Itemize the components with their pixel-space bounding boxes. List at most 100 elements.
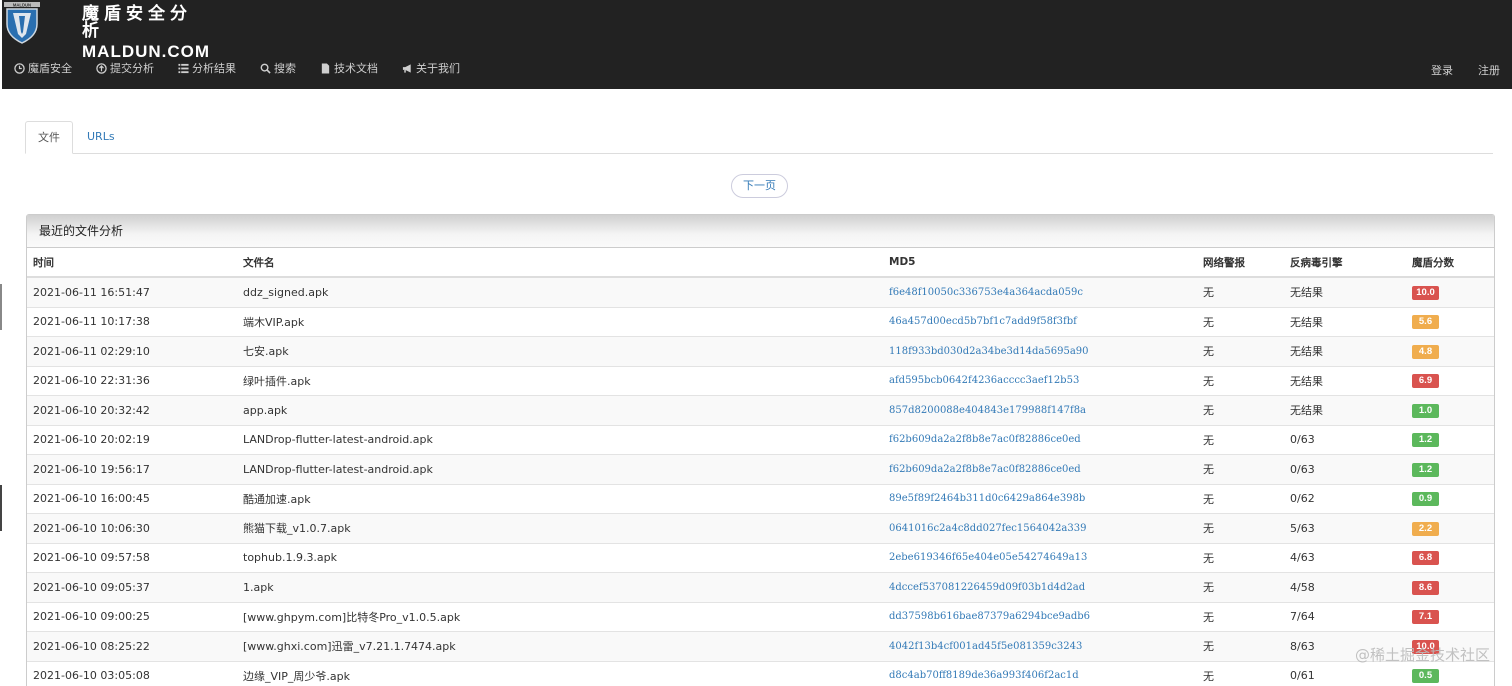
cell-score: 2.2 [1406, 513, 1494, 543]
cell-md5-link[interactable]: 4dccef537081226459d09f03b1d4d2ad [883, 572, 1197, 602]
score-badge: 5.6 [1412, 315, 1439, 330]
cell-av-result: 无结果 [1284, 365, 1406, 396]
table-header-row: 时间 文件名 MD5 网络警报 反病毒引擎 魔盾分数 [27, 248, 1494, 278]
nav-item-home[interactable]: 魔盾安全 [14, 60, 72, 76]
cell-score: 10.0 [1406, 276, 1494, 307]
cell-network-alert: 无 [1197, 572, 1284, 602]
clock-icon [14, 62, 25, 74]
tab-urls[interactable]: URLs [75, 121, 127, 153]
table-row[interactable]: 2021-06-11 16:51:47 ddz_signed.apk f6e48f1… [27, 276, 1494, 307]
table-row[interactable]: 2021-06-10 09:57:58 tophub.1.9.3.apk 2ebe6… [27, 542, 1494, 573]
table-row[interactable]: 2021-06-10 20:32:42 app.apk 857d8200088e40… [27, 395, 1494, 425]
cell-network-alert: 无 [1197, 395, 1284, 425]
register-link[interactable]: 注册 [1478, 62, 1500, 78]
brand-name-cn: 魔盾安全分析 [82, 4, 192, 41]
cell-network-alert: 无 [1197, 542, 1284, 573]
cell-av-result: 无结果 [1284, 395, 1406, 425]
tab-files[interactable]: 文件 [25, 121, 73, 154]
table-row[interactable]: 2021-06-10 20:02:19 LANDrop-flutter-lates… [27, 424, 1494, 455]
cell-md5-link[interactable]: f6e48f10050c336753e4a364acda059c [883, 276, 1197, 307]
nav-item-label: 技术文档 [334, 62, 378, 75]
cell-filename: 七安.apk [237, 336, 883, 366]
nav-item-label: 关于我们 [416, 62, 460, 75]
cell-network-alert: 无 [1197, 513, 1284, 543]
brand-name-en: MALDUN.COM [82, 42, 211, 61]
score-badge: 6.8 [1412, 551, 1439, 566]
score-badge: 4.8 [1412, 344, 1439, 359]
nav-item-label: 魔盾安全 [28, 62, 72, 75]
table-row[interactable]: 2021-06-11 02:29:10 七安.apk 118f933bd030d2a… [27, 336, 1494, 366]
cell-md5-link[interactable]: 46a457d00ecd5b7bf1c7add9f58f3fbf [883, 306, 1197, 337]
cell-network-alert: 无 [1197, 631, 1284, 661]
cell-md5-link[interactable]: 857d8200088e404843e179988f147f8a [883, 395, 1197, 425]
cell-filename: LANDrop-flutter-latest-android.apk [237, 424, 883, 455]
cell-filename: 端木VIP.apk [237, 306, 883, 337]
score-badge: 1.0 [1412, 403, 1439, 418]
cell-filename: [www.ghpym.com]比特冬Pro_v1.0.5.apk [237, 601, 883, 632]
table-row[interactable]: 2021-06-10 08:25:22 [www.ghxi.com]迅雷_v7.2… [27, 631, 1494, 661]
cell-time: 2021-06-10 08:25:22 [27, 631, 237, 661]
login-link[interactable]: 登录 [1431, 62, 1453, 78]
table-row[interactable]: 2021-06-10 19:56:17 LANDrop-flutter-lates… [27, 454, 1494, 484]
table-row[interactable]: 2021-06-10 10:06:30 熊猫下载_v1.0.7.apk 064101… [27, 513, 1494, 543]
cell-time: 2021-06-10 10:06:30 [27, 513, 237, 543]
cell-md5-link[interactable]: 0641016c2a4c8dd027fec1564042a339 [883, 513, 1197, 543]
cell-filename: 1.apk [237, 572, 883, 602]
cell-md5-link[interactable]: dd37598b616bae87379a6294bce9adb6 [883, 601, 1197, 632]
cell-score: 1.2 [1406, 424, 1494, 455]
shield-logo-icon: MALDUN [4, 2, 40, 44]
nav-item-search[interactable]: 搜索 [260, 60, 296, 76]
cell-md5-link[interactable]: 2ebe619346f65e404e05e54274649a13 [883, 542, 1197, 573]
cell-md5-link[interactable]: 89e5f89f2464b311d0c6429a864e398b [883, 483, 1197, 514]
cell-network-alert: 无 [1197, 306, 1284, 337]
cell-filename: 绿叶插件.apk [237, 365, 883, 396]
main-menu: 魔盾安全 提交分析 分析结果 搜索 技术文档 关于我们 [14, 60, 484, 76]
nav-item-docs[interactable]: 技术文档 [320, 60, 378, 76]
table-row[interactable]: 2021-06-10 03:05:08 边缘_VIP_周少爷.apk d8c4ab7… [27, 660, 1494, 686]
column-header: 网络警报 [1197, 248, 1284, 278]
score-badge: 0.9 [1412, 492, 1439, 507]
cell-av-result: 无结果 [1284, 336, 1406, 366]
nav-item-label: 搜索 [274, 62, 296, 75]
cell-filename: app.apk [237, 395, 883, 425]
cell-time: 2021-06-11 10:17:38 [27, 306, 237, 337]
cell-md5-link[interactable]: f62b609da2a2f8b8e7ac0f82886ce0ed [883, 424, 1197, 455]
cell-av-result: 0/62 [1284, 483, 1406, 514]
cell-md5-link[interactable]: afd595bcb0642f4236acccc3aef12b53 [883, 365, 1197, 396]
recent-files-panel: 最近的文件分析 时间 文件名 MD5 网络警报 反病毒引擎 魔盾分数 2021-… [26, 214, 1495, 686]
upload-icon [96, 62, 107, 74]
table-row[interactable]: 2021-06-10 09:05:37 1.apk 4dccef5370812264… [27, 572, 1494, 602]
nav-item-results[interactable]: 分析结果 [178, 60, 236, 76]
cell-md5-link[interactable]: d8c4ab70ff8189de36a993f406f2ac1d [883, 660, 1197, 686]
cell-time: 2021-06-10 22:31:36 [27, 365, 237, 396]
edge-mark [0, 485, 2, 531]
cell-filename: tophub.1.9.3.apk [237, 542, 883, 573]
cell-md5-link[interactable]: 118f933bd030d2a34be3d14da5695a90 [883, 336, 1197, 366]
cell-network-alert: 无 [1197, 276, 1284, 307]
table-row[interactable]: 2021-06-10 16:00:45 酷通加速.apk 89e5f89f2464b… [27, 483, 1494, 514]
table-row[interactable]: 2021-06-10 22:31:36 绿叶插件.apk afd595bcb0642… [27, 365, 1494, 396]
nav-item-about[interactable]: 关于我们 [402, 60, 460, 76]
cell-av-result: 无结果 [1284, 276, 1406, 307]
cell-time: 2021-06-10 09:05:37 [27, 572, 237, 602]
table-row[interactable]: 2021-06-11 10:17:38 端木VIP.apk 46a457d00ecd… [27, 306, 1494, 337]
next-page-button[interactable]: 下一页 [731, 174, 788, 198]
edge-mark [0, 284, 2, 330]
result-tabs: 文件 URLs [25, 121, 1493, 154]
cell-time: 2021-06-10 16:00:45 [27, 483, 237, 514]
score-badge: 8.6 [1412, 580, 1439, 595]
cell-md5-link[interactable]: f62b609da2a2f8b8e7ac0f82886ce0ed [883, 454, 1197, 484]
column-header: 魔盾分数 [1406, 248, 1494, 278]
list-icon [178, 63, 189, 73]
cell-av-result: 0/63 [1284, 454, 1406, 484]
search-icon [260, 63, 271, 74]
score-badge: 10.0 [1412, 285, 1439, 300]
cell-filename: LANDrop-flutter-latest-android.apk [237, 454, 883, 484]
cell-time: 2021-06-10 09:57:58 [27, 542, 237, 573]
cell-score: 7.1 [1406, 601, 1494, 632]
cell-md5-link[interactable]: 4042f13b4cf001ad45f5e081359c3243 [883, 631, 1197, 661]
table-row[interactable]: 2021-06-10 09:00:25 [www.ghpym.com]比特冬Pro… [27, 601, 1494, 632]
cell-network-alert: 无 [1197, 483, 1284, 514]
nav-item-submit[interactable]: 提交分析 [96, 60, 154, 76]
column-header: 反病毒引擎 [1284, 248, 1406, 278]
